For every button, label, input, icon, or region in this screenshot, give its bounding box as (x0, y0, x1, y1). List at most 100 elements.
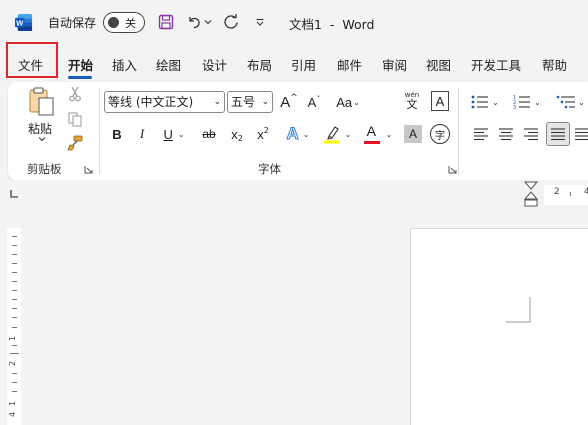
shrink-font-button[interactable]: Aˇ (304, 91, 324, 113)
strikethrough-button[interactable]: ab (198, 123, 220, 145)
underline-icon: U (163, 126, 173, 142)
tab-home[interactable]: 开始 (68, 55, 93, 74)
ruler-tick (12, 308, 17, 309)
clipboard-launcher-icon[interactable] (84, 165, 93, 174)
chevron-down-icon: ⌄ (385, 129, 393, 139)
title-bar: W 自动保存 关 文档1 - Word (0, 0, 588, 44)
tab-insert[interactable]: 插入 (112, 55, 137, 74)
tab-view[interactable]: 视图 (426, 55, 451, 74)
tab-review[interactable]: 审阅 (382, 55, 407, 74)
ruler-tick (12, 327, 17, 328)
phonetic-char-text: 文 (406, 98, 418, 111)
font-name-select[interactable]: 等线 (中文正文) ⌄ (104, 91, 225, 113)
tab-mailings[interactable]: 邮件 (337, 55, 362, 74)
justify-icon (551, 127, 565, 140)
copy-button[interactable] (66, 110, 84, 128)
underline-button[interactable]: U ⌄ (159, 123, 189, 145)
numbering-button[interactable]: 1 2 3 ⌄ (511, 91, 543, 113)
numbered-list-icon: 1 2 3 (513, 95, 531, 110)
paste-dropdown[interactable] (37, 135, 47, 143)
autosave-toggle[interactable]: 关 (103, 12, 145, 33)
toggle-knob (108, 17, 119, 28)
text-effects-icon: A (286, 124, 299, 144)
indent-marker-icon[interactable] (523, 181, 539, 209)
ruler-tick (12, 391, 17, 392)
ruler-tick (12, 382, 17, 383)
justify-button[interactable] (546, 122, 570, 146)
subscript-button[interactable]: x2 (227, 123, 247, 145)
grow-font-button[interactable]: A ^ (279, 91, 299, 113)
chevron-down-icon: ⌄ (534, 97, 541, 107)
tab-design[interactable]: 设计 (202, 55, 227, 74)
align-left-button[interactable] (471, 124, 491, 144)
clipboard-group-label: 剪贴板 (27, 162, 62, 176)
save-button[interactable] (156, 11, 176, 33)
paste-icon (29, 87, 54, 116)
enclose-characters-button[interactable]: 字 (430, 124, 450, 144)
distributed-button[interactable] (574, 124, 588, 144)
phonetic-guide-button[interactable]: wén 文 (400, 88, 424, 114)
tab-draw[interactable]: 绘图 (156, 55, 181, 74)
ruler-tick (10, 353, 19, 354)
subscript-mark: 2 (237, 133, 243, 143)
format-painter-icon (67, 135, 83, 151)
chevron-down-icon: ⌄ (213, 97, 221, 107)
character-border-icon: A (435, 93, 445, 109)
text-effects-button[interactable]: A ⌄ (281, 122, 315, 146)
vertical-ruler[interactable]: 1 2 1 4 (7, 228, 21, 425)
character-border-button[interactable]: A (431, 91, 449, 111)
font-color-bar (363, 141, 380, 144)
superscript-button[interactable]: x2 (253, 123, 273, 145)
bold-button[interactable]: B (109, 123, 125, 145)
redo-icon (224, 14, 238, 29)
ruler-tick (12, 236, 17, 237)
caret-up-icon: ^ (290, 93, 298, 103)
tab-selector-icon[interactable] (10, 190, 18, 198)
ruler-mark: 4 (8, 411, 18, 418)
chevron-down-icon: ⌄ (353, 97, 360, 107)
italic-icon: I (139, 126, 145, 141)
change-case-button[interactable]: Aa ⌄ (333, 91, 363, 113)
font-color-swatch: A (363, 123, 382, 145)
document-page[interactable] (410, 228, 588, 425)
grow-font-icon: A (280, 93, 291, 111)
undo-dropdown[interactable] (203, 11, 213, 33)
customize-icon (256, 18, 264, 26)
bullets-button[interactable]: ⌄ (470, 91, 500, 113)
ruler-tick (12, 254, 17, 255)
format-painter-button[interactable] (66, 134, 84, 152)
highlight-button[interactable]: ⌄ (322, 122, 352, 146)
tab-developer[interactable]: 开发工具 (471, 55, 521, 74)
font-name-value: 等线 (中文正文) (108, 95, 194, 109)
font-color-button[interactable]: A ⌄ (363, 122, 393, 146)
ruler-tick (12, 317, 17, 318)
chevron-down-icon: ⌄ (261, 97, 269, 107)
align-right-button[interactable] (521, 124, 541, 144)
ribbon-tabs: 文件 开始 插入 绘图 设计 布局 引用 邮件 审阅 视图 开发工具 帮助 (0, 44, 588, 82)
chevron-down-icon: ⌄ (578, 97, 585, 107)
horizontal-ruler[interactable]: 2 4 (30, 180, 588, 208)
tab-layout[interactable]: 布局 (247, 55, 272, 74)
ruler-mark: 2 (554, 187, 560, 197)
bold-icon: B (112, 126, 122, 142)
file-tab-highlight-box (6, 42, 58, 78)
ruler-tick (570, 192, 571, 196)
ruler-tick (12, 345, 17, 346)
font-launcher-icon[interactable] (448, 165, 457, 174)
ruler-tick (12, 373, 17, 374)
italic-button[interactable]: I (134, 123, 150, 145)
font-size-select[interactable]: 五号 ⌄ (227, 91, 273, 113)
undo-button[interactable] (184, 11, 204, 33)
paste-button[interactable] (28, 87, 56, 117)
align-center-button[interactable] (496, 124, 516, 144)
chevron-down-icon: ⌄ (492, 97, 499, 107)
ruler-tick (12, 299, 17, 300)
customize-toolbar-button[interactable] (252, 11, 268, 33)
multilevel-list-button[interactable]: ⌄ (556, 91, 588, 113)
tab-help[interactable]: 帮助 (542, 55, 567, 74)
cut-button[interactable] (66, 85, 84, 103)
redo-button[interactable] (220, 11, 242, 33)
autosave-label: 自动保存 (48, 16, 97, 30)
tab-references[interactable]: 引用 (291, 55, 316, 74)
character-shading-button[interactable]: A (404, 125, 422, 143)
